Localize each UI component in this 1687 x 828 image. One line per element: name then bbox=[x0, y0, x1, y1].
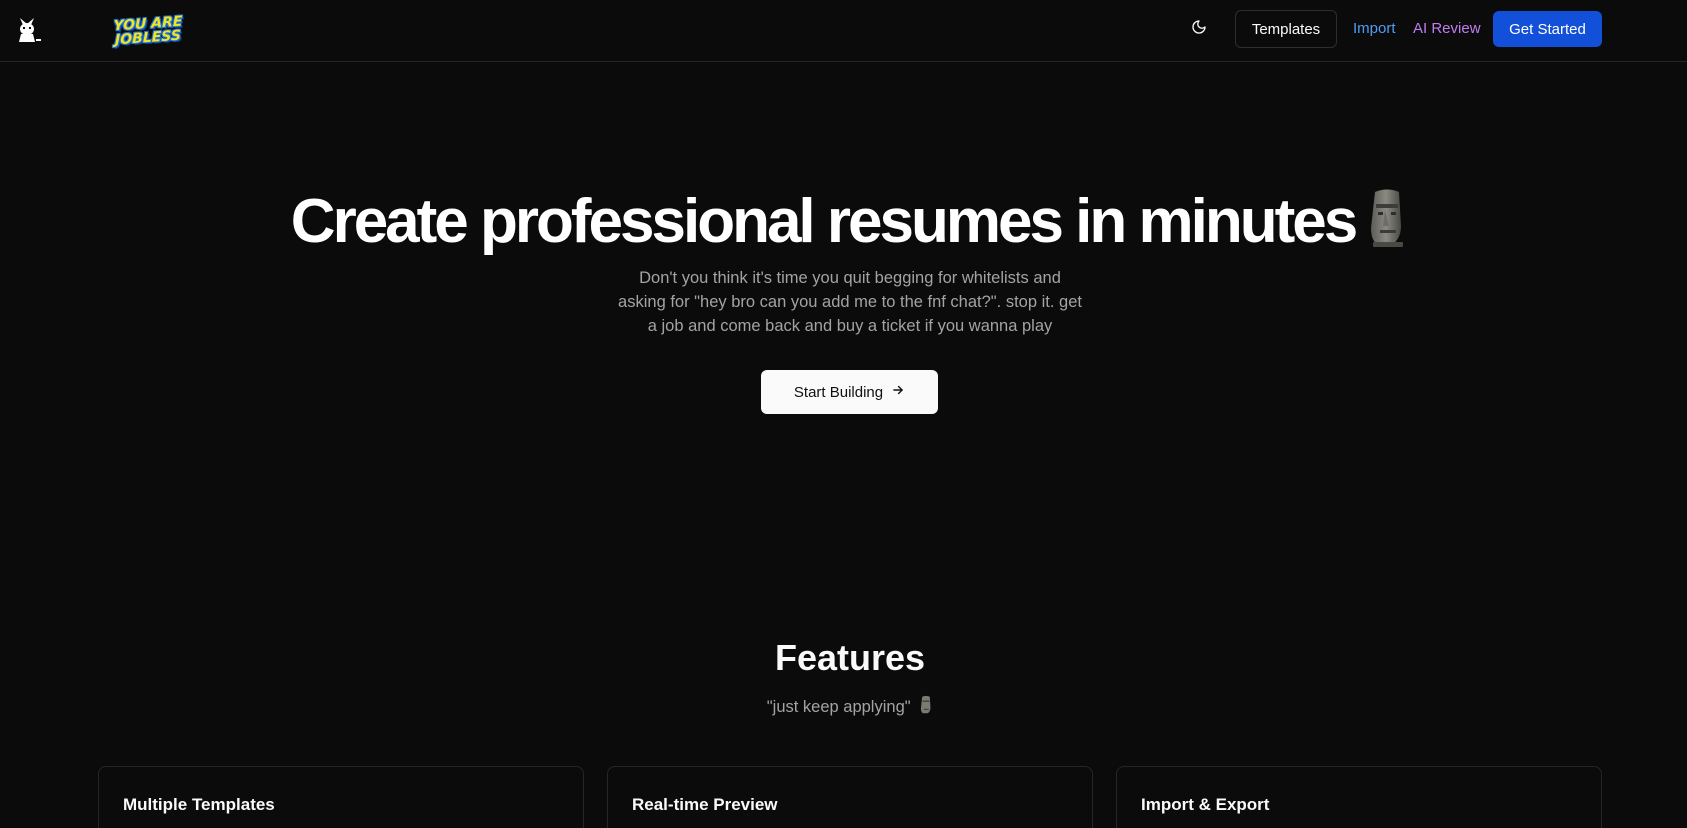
moai-icon bbox=[919, 695, 933, 723]
get-started-button[interactable]: Get Started bbox=[1493, 11, 1602, 47]
moon-icon bbox=[1191, 19, 1207, 40]
feature-card: Import & Export bbox=[1116, 766, 1602, 828]
feature-card-title: Import & Export bbox=[1141, 795, 1270, 814]
hero-title: Create professional resumes in minutes bbox=[0, 186, 1687, 264]
nav-templates-button[interactable]: Templates bbox=[1235, 10, 1337, 48]
theme-toggle-button[interactable] bbox=[1184, 14, 1214, 44]
features-title: Features bbox=[774, 637, 926, 678]
features-subtitle-text: "just keep applying" bbox=[766, 698, 911, 716]
moai-icon bbox=[1365, 188, 1409, 264]
nav-ai-review-link[interactable]: AI Review bbox=[1413, 18, 1481, 40]
top-navbar: YOU ARE JOBLESS Templates Import AI Revi… bbox=[0, 0, 1687, 62]
cat-logo-icon[interactable] bbox=[14, 14, 44, 44]
arrow-right-icon bbox=[891, 383, 905, 401]
feature-card-title: Multiple Templates bbox=[123, 795, 275, 814]
feature-card-title: Real-time Preview bbox=[632, 795, 778, 814]
feature-card: Real-time Preview bbox=[607, 766, 1093, 828]
start-building-button[interactable]: Start Building bbox=[761, 370, 938, 414]
start-building-label: Start Building bbox=[793, 383, 884, 401]
hero-title-text: Create professional resumes in minutes bbox=[290, 187, 1358, 256]
feature-card: Multiple Templates bbox=[98, 766, 584, 828]
brand-logo[interactable]: YOU ARE JOBLESS bbox=[112, 11, 184, 50]
hero-subtitle: Don't you think it's time you quit beggi… bbox=[618, 269, 1082, 335]
nav-import-link[interactable]: Import bbox=[1353, 18, 1396, 40]
features-subtitle: "just keep applying" bbox=[0, 694, 1687, 723]
